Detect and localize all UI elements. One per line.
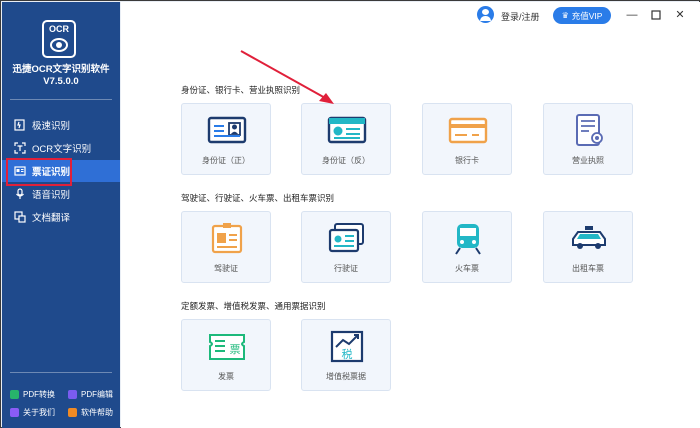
app-window: OCR 迅捷OCR文字识别软件 V7.5.0.0 极速识别 OCR文字识别 票证… xyxy=(0,0,700,428)
maximize-icon xyxy=(651,10,661,20)
link-label: PDF转换 xyxy=(23,390,55,399)
card-label: 增值税票据 xyxy=(326,372,366,381)
eye-icon xyxy=(50,38,68,52)
sidebar-item-label: 语音识别 xyxy=(32,190,71,201)
sidebar: OCR 迅捷OCR文字识别软件 V7.5.0.0 极速识别 OCR文字识别 票证… xyxy=(2,2,120,428)
logo-text: OCR xyxy=(49,24,69,34)
sidebar-divider xyxy=(10,372,112,373)
vat-invoice-icon: 税 xyxy=(330,330,364,363)
card-vat-invoice[interactable]: 税 增值税票据 xyxy=(301,319,391,391)
card-vehicle-license[interactable]: 行驶证 xyxy=(301,211,391,283)
help-icon xyxy=(68,408,77,417)
card-label: 行驶证 xyxy=(334,264,358,273)
sidebar-item-voice[interactable]: 语音识别 xyxy=(2,183,120,205)
sidebar-item-ocr[interactable]: OCR文字识别 xyxy=(2,137,120,159)
section-title-invoice: 定额发票、增值税发票、通用票据识别 xyxy=(181,301,326,311)
id-card-back-icon xyxy=(327,116,367,144)
card-label: 身份证（反） xyxy=(322,156,370,165)
ocr-text-icon xyxy=(14,142,26,154)
card-label: 发票 xyxy=(218,372,234,381)
link-label: PDF编辑 xyxy=(81,390,113,399)
sidebar-item-fast-recognition[interactable]: 极速识别 xyxy=(2,114,120,136)
card-label: 出租车票 xyxy=(572,264,604,273)
sidebar-item-label: 极速识别 xyxy=(32,121,71,132)
top-bar: 登录/注册 ♛ 充值VIP — ✕ xyxy=(121,2,700,30)
vip-label: 充值VIP xyxy=(571,10,603,21)
business-license-icon xyxy=(576,114,603,146)
card-label: 银行卡 xyxy=(455,156,479,165)
pdf-convert-link[interactable]: PDF转换 xyxy=(10,389,55,400)
svg-text:税: 税 xyxy=(342,347,353,361)
microphone-icon xyxy=(14,188,26,200)
translate-icon xyxy=(14,211,26,223)
pdf-edit-icon xyxy=(68,390,77,399)
driver-license-icon xyxy=(211,223,243,254)
link-label: 软件帮助 xyxy=(81,408,113,417)
sidebar-divider xyxy=(10,99,112,100)
card-train-ticket[interactable]: 火车票 xyxy=(422,211,512,283)
app-logo: OCR xyxy=(42,20,76,58)
info-icon xyxy=(10,408,19,417)
card-label: 身份证（正） xyxy=(202,156,250,165)
pdf-convert-icon xyxy=(10,390,19,399)
svg-text:票: 票 xyxy=(230,343,241,356)
help-link[interactable]: 软件帮助 xyxy=(68,407,113,418)
crown-icon: ♛ xyxy=(561,11,569,20)
recharge-vip-button[interactable]: ♛ 充值VIP xyxy=(553,7,611,24)
card-bank-card[interactable]: 银行卡 xyxy=(422,103,512,175)
main-panel: 身份证、银行卡、营业执照识别 身份证（正） 身份证（反） 银行卡 营业执照 驾驶… xyxy=(121,30,700,428)
section-title-id-bank: 身份证、银行卡、营业执照识别 xyxy=(181,85,301,95)
card-id-back[interactable]: 身份证（反） xyxy=(301,103,391,175)
avatar-icon[interactable] xyxy=(477,6,494,23)
taxi-icon xyxy=(572,226,606,249)
card-driver-license[interactable]: 驾驶证 xyxy=(181,211,271,283)
bank-card-icon xyxy=(448,117,488,144)
vehicle-license-icon xyxy=(328,223,364,253)
minimize-button[interactable]: — xyxy=(624,7,640,23)
sidebar-item-translate[interactable]: 文档翻译 xyxy=(2,206,120,228)
app-title: 迅捷OCR文字识别软件 xyxy=(12,64,110,75)
card-label: 火车票 xyxy=(455,264,479,273)
card-business-license[interactable]: 营业执照 xyxy=(543,103,633,175)
sidebar-item-label: OCR文字识别 xyxy=(32,144,92,155)
invoice-icon: 票 xyxy=(209,334,245,360)
link-label: 关于我们 xyxy=(23,408,55,417)
card-invoice[interactable]: 票 发票 xyxy=(181,319,271,391)
card-id-front[interactable]: 身份证（正） xyxy=(181,103,271,175)
train-icon xyxy=(455,224,481,255)
card-label: 驾驶证 xyxy=(214,264,238,273)
highlight-box xyxy=(6,158,72,186)
app-version: V7.5.0.0 xyxy=(43,76,79,87)
about-us-link[interactable]: 关于我们 xyxy=(10,407,55,418)
card-taxi-ticket[interactable]: 出租车票 xyxy=(543,211,633,283)
app-name: 迅捷OCR文字识别软件 V7.5.0.0 xyxy=(2,64,120,88)
section-title-license: 驾驶证、行驶证、火车票、出租车票识别 xyxy=(181,193,335,203)
maximize-button[interactable] xyxy=(648,7,664,23)
close-button[interactable]: ✕ xyxy=(672,7,688,23)
flash-icon xyxy=(14,119,26,131)
card-label: 营业执照 xyxy=(572,156,604,165)
login-register-link[interactable]: 登录/注册 xyxy=(501,10,540,23)
sidebar-item-label: 文档翻译 xyxy=(32,213,71,224)
id-card-front-icon xyxy=(207,116,247,144)
pdf-edit-link[interactable]: PDF编辑 xyxy=(68,389,113,400)
